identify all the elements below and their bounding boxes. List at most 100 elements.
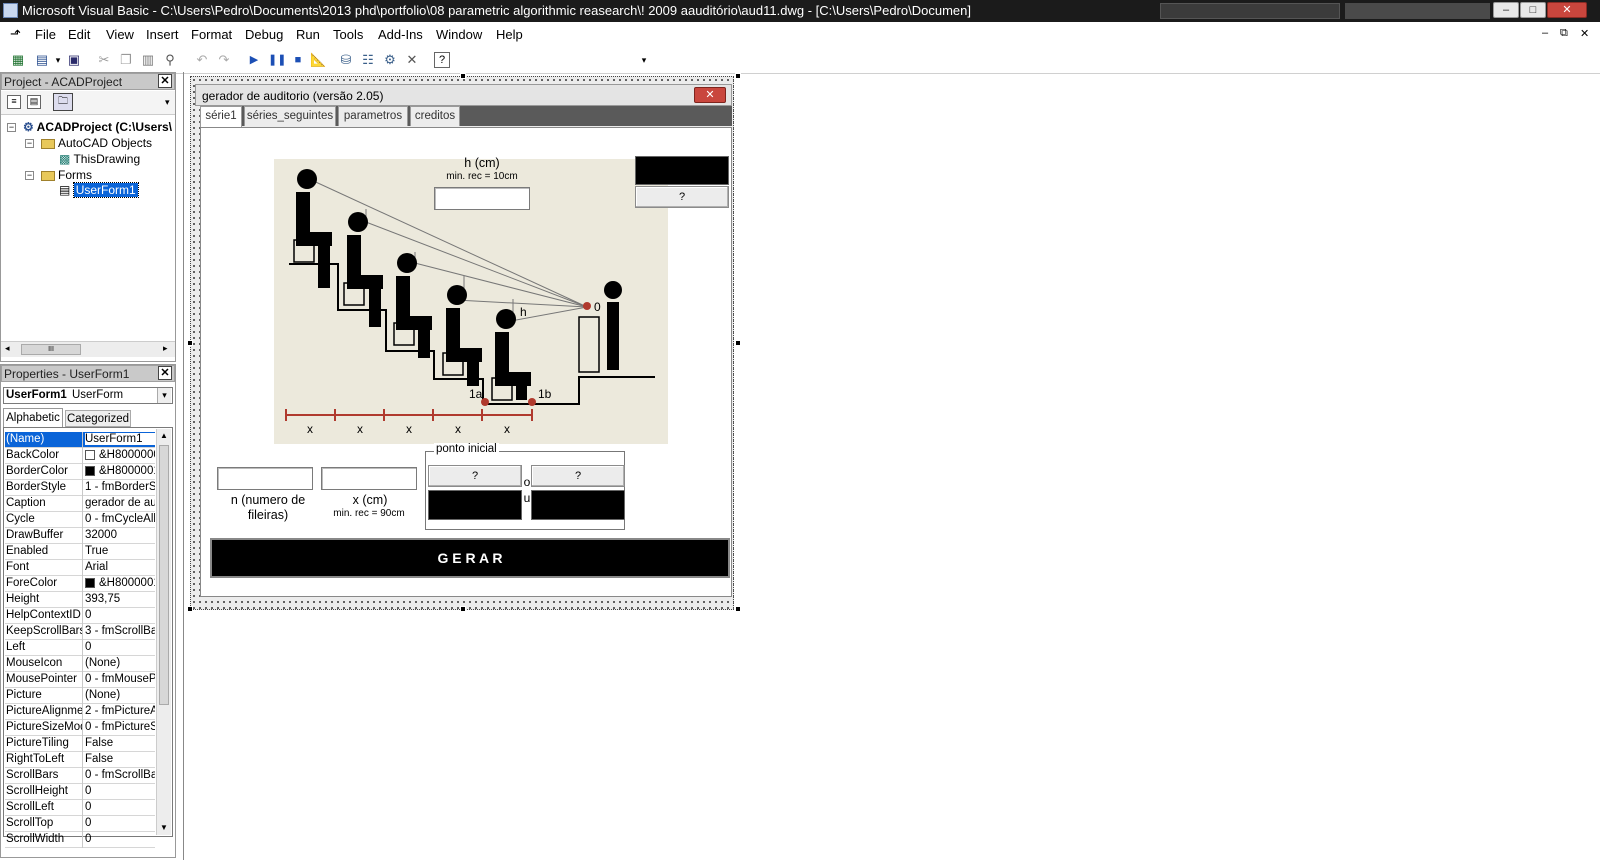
scroll-thumb[interactable]: III xyxy=(21,344,81,355)
property-row[interactable]: Left 0 xyxy=(5,640,155,656)
tab-categorized[interactable]: Categorized xyxy=(65,410,131,427)
property-row[interactable]: Cycle 0 - fmCycleAllF xyxy=(5,512,155,528)
close-icon[interactable]: ✕ xyxy=(158,74,172,88)
tree-item-forms[interactable]: Forms xyxy=(41,168,92,182)
menu-tools[interactable]: Tools xyxy=(333,27,363,42)
property-value[interactable]: 0 xyxy=(85,801,155,813)
property-value[interactable]: 0 - fmPictureSi xyxy=(85,721,155,733)
property-row[interactable]: KeepScrollBarsV3 - fmScrollBar xyxy=(5,624,155,640)
properties-window-icon[interactable]: ☷ xyxy=(360,52,376,68)
property-row[interactable]: DrawBuffer 32000 xyxy=(5,528,155,544)
tree-item-autocad-objects[interactable]: AutoCAD Objects xyxy=(41,136,152,150)
property-value[interactable]: 0 - fmMousePo xyxy=(85,673,155,685)
copy-icon[interactable]: ❐ xyxy=(118,52,134,68)
cut-icon[interactable]: ✂ xyxy=(96,52,112,68)
property-row[interactable]: Picture (None) xyxy=(5,688,155,704)
property-value[interactable]: 0 xyxy=(85,641,155,653)
insert-dropdown-icon[interactable]: ▾ xyxy=(50,52,66,68)
property-value[interactable]: 2 - fmPictureAl xyxy=(85,705,155,717)
tree-item-acadproject[interactable]: ⚙ ACADProject (C:\Users\ xyxy=(23,120,172,134)
resize-handle[interactable] xyxy=(735,73,741,79)
close-icon[interactable]: ✕ xyxy=(694,87,726,103)
property-value[interactable]: 0 xyxy=(85,785,155,797)
property-value[interactable]: 393,75 xyxy=(85,593,155,605)
property-row[interactable]: ScrollHeight 0 xyxy=(5,784,155,800)
close-icon[interactable]: ✕ xyxy=(158,366,172,380)
scroll-up-icon[interactable]: ▲ xyxy=(160,431,168,440)
menu-debug[interactable]: Debug xyxy=(245,27,283,42)
project-explorer-icon[interactable]: ⛁ xyxy=(338,52,354,68)
scroll-right-icon[interactable]: ▸ xyxy=(163,343,168,354)
property-value[interactable]: 0 xyxy=(85,817,155,829)
maximize-button[interactable]: □ xyxy=(1520,2,1546,18)
property-value[interactable]: &H8000001 xyxy=(85,577,155,589)
vba-menu-icon[interactable]: ⬏ xyxy=(10,26,21,42)
property-value[interactable]: 0 xyxy=(85,833,155,845)
scroll-left-icon[interactable]: ◂ xyxy=(5,343,10,354)
property-row[interactable]: BorderStyle 1 - fmBorderSt xyxy=(5,480,155,496)
property-vscrollbar[interactable]: ▲ ▼ xyxy=(156,429,171,835)
tree-item-thisdrawing[interactable]: ▩ ThisDrawing xyxy=(59,152,140,166)
ponto-button-1[interactable]: ? xyxy=(428,465,522,487)
property-row[interactable]: ScrollTop 0 xyxy=(5,816,155,832)
view-code-icon[interactable]: ≡ xyxy=(7,95,21,109)
property-row[interactable]: Font Arial xyxy=(5,560,155,576)
resize-handle[interactable] xyxy=(187,340,193,346)
scroll-down-icon[interactable]: ▼ xyxy=(160,823,168,832)
property-value[interactable]: False xyxy=(85,753,155,765)
tab-series-seguintes[interactable]: séries_seguintes xyxy=(244,106,336,126)
property-row[interactable]: BackColor &H8000000 xyxy=(5,448,155,464)
property-row[interactable]: MousePointer 0 - fmMousePo xyxy=(5,672,155,688)
reset-icon[interactable]: ■ xyxy=(290,52,306,68)
property-value[interactable]: 0 - fmScrollBar xyxy=(85,769,155,781)
insert-userform-icon[interactable]: ▤ xyxy=(34,52,50,68)
n-input[interactable] xyxy=(217,467,313,490)
minimize-button[interactable]: – xyxy=(1493,2,1519,18)
property-value[interactable]: UserForm1 xyxy=(85,433,155,445)
undo-icon[interactable]: ↶ xyxy=(194,52,210,68)
resize-handle[interactable] xyxy=(460,73,466,79)
paste-icon[interactable]: ▥ xyxy=(140,52,156,68)
close-app-button[interactable]: ✕ xyxy=(1547,2,1587,18)
menu-window[interactable]: Window xyxy=(436,27,482,42)
property-value[interactable]: &H8000000 xyxy=(85,449,155,461)
toolbar-options-icon[interactable]: ▾ xyxy=(636,52,652,68)
property-row[interactable]: Enabled True xyxy=(5,544,155,560)
mdi-minimize-button[interactable]: – xyxy=(1542,27,1548,39)
object-browser-icon[interactable]: ⚙ xyxy=(382,52,398,68)
mdi-restore-button[interactable]: ⧉ xyxy=(1560,27,1568,40)
resize-handle[interactable] xyxy=(460,606,466,612)
object-selector[interactable]: UserForm1 UserForm ▾ xyxy=(3,387,173,404)
save-icon[interactable]: ▣ xyxy=(66,52,82,68)
property-value[interactable]: Arial xyxy=(85,561,155,573)
property-row[interactable]: PictureSizeMode0 - fmPictureSi xyxy=(5,720,155,736)
collapse-icon[interactable]: − xyxy=(25,171,34,180)
property-row[interactable]: PictureAlignmen 2 - fmPictureAl xyxy=(5,704,155,720)
toggle-folders-icon[interactable]: 🗀 xyxy=(53,93,73,111)
property-value[interactable]: 3 - fmScrollBar xyxy=(85,625,155,637)
property-row[interactable]: BorderColor &H8000001 xyxy=(5,464,155,480)
resize-handle[interactable] xyxy=(735,340,741,346)
mdi-close-button[interactable]: ✕ xyxy=(1580,27,1589,40)
property-value[interactable]: True xyxy=(85,545,155,557)
property-row[interactable]: PictureTiling False xyxy=(5,736,155,752)
ponto-button-2[interactable]: ? xyxy=(531,465,625,487)
property-value[interactable]: &H8000001 xyxy=(85,465,155,477)
tab-alphabetic[interactable]: Alphabetic xyxy=(3,408,63,427)
design-mode-icon[interactable]: 📐 xyxy=(310,52,326,68)
redo-icon[interactable]: ↷ xyxy=(216,52,232,68)
property-row[interactable]: HelpContextID 0 xyxy=(5,608,155,624)
property-value[interactable]: (None) xyxy=(85,657,155,669)
resize-handle[interactable] xyxy=(187,606,193,612)
resize-handle[interactable] xyxy=(735,606,741,612)
collapse-icon[interactable]: − xyxy=(7,123,16,132)
property-row[interactable]: (Name) UserForm1 xyxy=(5,432,155,448)
collapse-icon[interactable]: − xyxy=(25,139,34,148)
property-value[interactable]: 0 - fmCycleAllF xyxy=(85,513,155,525)
view-acad-icon[interactable]: ▦ xyxy=(10,52,26,68)
menu-view[interactable]: View xyxy=(106,27,134,42)
gerar-button[interactable]: G E R A R xyxy=(210,538,730,578)
property-row[interactable]: RightToLeft False xyxy=(5,752,155,768)
chevron-down-icon[interactable]: ▾ xyxy=(157,388,171,403)
menu-edit[interactable]: Edit xyxy=(68,27,90,42)
